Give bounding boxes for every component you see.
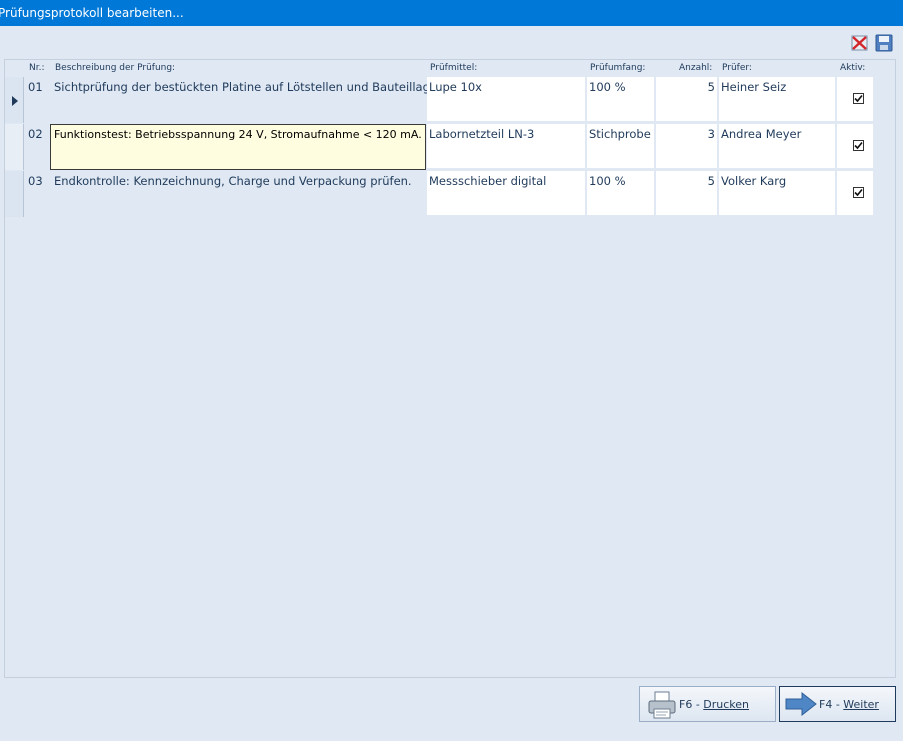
table-row[interactable]: 02 Funktionstest: Betriebsspannung 24 V,… xyxy=(5,124,875,170)
cell-aktiv xyxy=(837,171,875,217)
cell-pruefumfang[interactable]: 100 % xyxy=(587,77,656,123)
cell-beschreibung[interactable]: Endkontrolle: Kennzeichnung, Charge und … xyxy=(52,171,427,217)
cell-beschreibung[interactable]: Sichtprüfung der bestückten Platine auf … xyxy=(52,77,427,123)
arrow-right-icon xyxy=(785,692,817,716)
save-icon[interactable] xyxy=(875,34,893,52)
cell-nr[interactable]: 03 xyxy=(26,171,52,217)
aktiv-checkbox[interactable] xyxy=(853,93,864,104)
cell-aktiv xyxy=(837,124,875,170)
aktiv-checkbox[interactable] xyxy=(853,140,864,151)
col-header-aktiv[interactable]: Aktiv: xyxy=(840,61,865,75)
cell-pruefmittel[interactable]: Messschieber digital xyxy=(427,171,587,217)
print-button-label: F6 - Drucken xyxy=(679,698,750,711)
check-icon xyxy=(854,141,863,150)
beschreibung-edit-field[interactable]: Funktionstest: Betriebsspannung 24 V, St… xyxy=(50,124,426,170)
check-icon xyxy=(854,188,863,197)
cell-pruefer[interactable]: Volker Karg xyxy=(719,171,837,217)
col-header-anzahl[interactable]: Anzahl: xyxy=(679,61,712,75)
cell-pruefumfang[interactable]: Stichprobe xyxy=(587,124,656,170)
cell-anzahl[interactable]: 5 xyxy=(656,77,719,123)
row-selector[interactable] xyxy=(5,171,24,217)
check-icon xyxy=(854,94,863,103)
col-header-pruefmittel[interactable]: Prüfmittel: xyxy=(430,61,477,75)
cell-pruefmittel[interactable]: Lupe 10x xyxy=(427,77,587,123)
window-titlebar: Prüfungsprotokoll bearbeiten... xyxy=(0,0,903,26)
cell-nr[interactable]: 01 xyxy=(26,77,52,123)
print-button[interactable]: F6 - Drucken xyxy=(639,686,776,722)
next-button-label: F4 - Weiter xyxy=(819,698,879,711)
table-row[interactable]: 01 Sichtprüfung der bestückten Platine a… xyxy=(5,77,875,123)
cell-anzahl[interactable]: 5 xyxy=(656,171,719,217)
printer-icon xyxy=(648,691,676,719)
col-header-pruefumfang[interactable]: Prüfumfang: xyxy=(590,61,645,75)
cell-aktiv xyxy=(837,77,875,123)
col-header-nr[interactable]: Nr.: xyxy=(29,61,45,75)
row-selector[interactable] xyxy=(5,124,24,170)
cell-pruefumfang[interactable]: 100 % xyxy=(587,171,656,217)
table-row[interactable]: 03 Endkontrolle: Kennzeichnung, Charge u… xyxy=(5,171,875,217)
cell-anzahl[interactable]: 3 xyxy=(656,124,719,170)
row-selector[interactable] xyxy=(5,77,24,123)
cell-nr[interactable]: 02 xyxy=(26,124,52,170)
window-title: Prüfungsprotokoll bearbeiten... xyxy=(0,6,184,20)
cell-pruefmittel[interactable]: Labornetzteil LN-3 xyxy=(427,124,587,170)
aktiv-checkbox[interactable] xyxy=(853,187,864,198)
col-header-beschreibung[interactable]: Beschreibung der Prüfung: xyxy=(55,61,175,75)
cell-pruefer[interactable]: Andrea Meyer xyxy=(719,124,837,170)
delete-icon[interactable] xyxy=(851,34,869,52)
current-row-indicator-icon xyxy=(12,96,18,106)
cell-pruefer[interactable]: Heiner Seiz xyxy=(719,77,837,123)
col-header-pruefer[interactable]: Prüfer: xyxy=(722,61,752,75)
next-button[interactable]: F4 - Weiter xyxy=(779,686,896,722)
